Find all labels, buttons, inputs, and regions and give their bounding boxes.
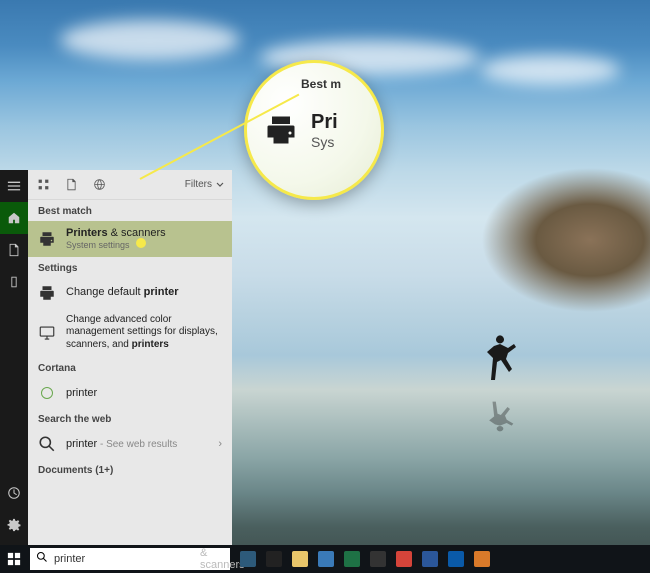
result-cortana-printer[interactable]: printer [28, 378, 232, 408]
result-search-web-printer[interactable]: printer - See web results › [28, 429, 232, 459]
search-topbar: Filters [28, 170, 232, 200]
taskbar-app-outlook[interactable] [444, 548, 468, 570]
device-icon[interactable] [0, 266, 28, 298]
cortana-icon [38, 384, 56, 402]
taskbar-app-task-view[interactable] [236, 548, 260, 570]
cloud [60, 20, 240, 60]
taskbar-app-sharex[interactable] [366, 548, 390, 570]
taskbar-app-file-explorer[interactable] [288, 548, 312, 570]
taskbar: & scanners [0, 545, 650, 573]
result-printers-and-scanners[interactable]: Printers & scanners System settings [28, 221, 232, 257]
apps-icon[interactable] [36, 178, 50, 192]
hamburger-icon[interactable] [0, 170, 28, 202]
filters-dropdown[interactable]: Filters [185, 179, 224, 190]
taskbar-app-amazon[interactable] [262, 548, 286, 570]
section-best-match: Best match [28, 200, 232, 221]
taskbar-search-input[interactable] [54, 553, 196, 565]
document-icon[interactable] [64, 178, 78, 192]
start-button[interactable] [0, 545, 28, 573]
start-search-panel: Filters Best match Printers & scanners S… [28, 170, 232, 545]
runner-reflection [480, 395, 520, 435]
printer-icon [38, 284, 56, 302]
section-documents: Documents (1+) [28, 459, 232, 480]
clock-icon[interactable] [0, 477, 28, 509]
start-left-rail [0, 170, 28, 573]
taskbar-app-word[interactable] [418, 548, 442, 570]
display-icon [38, 324, 56, 342]
section-cortana: Cortana [28, 357, 232, 378]
gear-icon[interactable] [0, 509, 28, 541]
search-icon [36, 550, 48, 568]
section-search-web: Search the web [28, 408, 232, 429]
section-settings: Settings [28, 257, 232, 278]
taskbar-search[interactable]: & scanners [30, 548, 230, 570]
taskbar-app-chrome[interactable] [392, 548, 416, 570]
document-outline-icon[interactable] [0, 234, 28, 266]
callout-dot [136, 238, 146, 248]
result-color-management[interactable]: Change advanced color management setting… [28, 308, 232, 358]
runner-silhouette [480, 330, 520, 390]
taskbar-app-paint[interactable] [470, 548, 494, 570]
zoom-subtitle: Sys [311, 134, 338, 150]
printer-icon [263, 112, 299, 148]
globe-icon[interactable] [92, 178, 106, 192]
result-change-default-printer[interactable]: Change default printer [28, 278, 232, 308]
taskbar-apps [236, 548, 494, 570]
taskbar-app-excel[interactable] [340, 548, 364, 570]
printer-icon [38, 230, 56, 248]
filters-label: Filters [185, 179, 212, 190]
taskbar-app-edge[interactable] [314, 548, 338, 570]
cloud [480, 55, 620, 85]
search-icon [38, 435, 56, 453]
chevron-right-icon: › [218, 438, 222, 450]
zoom-title: Pri [311, 111, 338, 134]
callout-magnifier: Best m Pri Sys [244, 60, 384, 200]
home-icon[interactable] [0, 202, 28, 234]
zoom-best-label: Best m [301, 77, 341, 91]
